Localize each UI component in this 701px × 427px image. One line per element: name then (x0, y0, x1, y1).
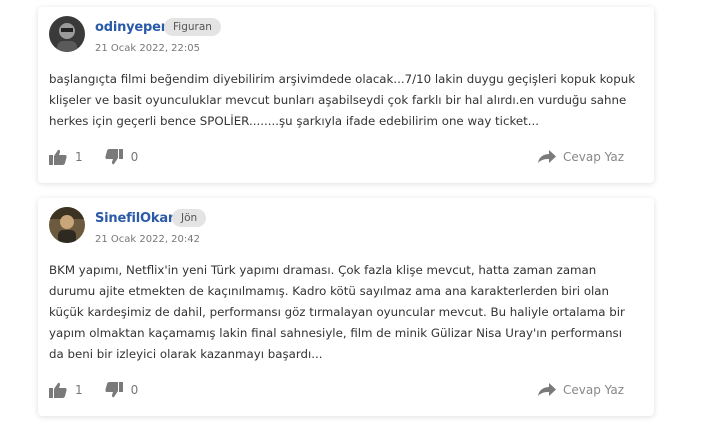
comment-text: başlangıçta filmi beğendim diyebilirim a… (49, 72, 636, 128)
reply-label: Cevap Yaz (563, 383, 624, 397)
comment-date: 21 Ocak 2022, 20:42 (95, 234, 200, 245)
thumbs-up-icon (49, 149, 67, 165)
reply-label: Cevap Yaz (563, 150, 624, 164)
dislike-button[interactable]: 0 (105, 382, 139, 398)
avatar[interactable] (49, 16, 85, 52)
reply-button[interactable]: Cevap Yaz (538, 150, 624, 164)
like-button[interactable]: 1 (49, 382, 83, 398)
like-button[interactable]: 1 (49, 149, 83, 165)
like-count: 1 (75, 383, 83, 397)
reply-button[interactable]: Cevap Yaz (538, 383, 624, 397)
reply-arrow-icon (538, 383, 557, 396)
comment-actions: 1 0 Cevap Yaz (49, 147, 624, 167)
comment-date: 21 Ocak 2022, 22:05 (95, 43, 200, 54)
dislike-count: 0 (130, 150, 139, 164)
comment-card: odinyeper Figuran 21 Ocak 2022, 22:05 ba… (38, 7, 654, 183)
username[interactable]: SinefilOkan (95, 211, 177, 226)
like-count: 1 (75, 150, 83, 164)
user-rank-badge: Jön (172, 209, 207, 227)
dislike-button[interactable]: 0 (105, 149, 139, 165)
comment-text: BKM yapımı, Netflix'in yeni Türk yapımı … (49, 263, 625, 361)
comment-card: SinefilOkan Jön 21 Ocak 2022, 20:42 BKM … (38, 198, 654, 416)
user-rank-badge: Figuran (164, 18, 221, 36)
thumbs-up-icon (49, 382, 67, 398)
avatar[interactable] (49, 207, 85, 243)
comment-actions: 1 0 Cevap Yaz (49, 380, 624, 400)
thumbs-down-icon (105, 149, 123, 165)
dislike-count: 0 (130, 383, 139, 397)
thumbs-down-icon (105, 382, 123, 398)
reply-arrow-icon (538, 150, 557, 163)
username[interactable]: odinyeper (95, 20, 167, 35)
